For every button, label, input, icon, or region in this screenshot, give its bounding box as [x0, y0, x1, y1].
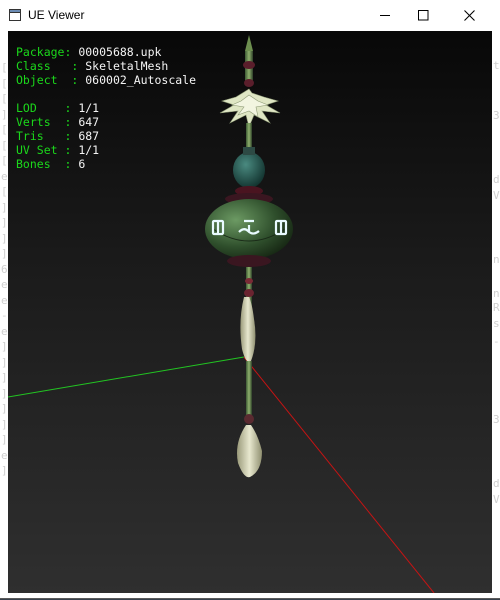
info-row-object: Object : 060002_Autoscale — [16, 73, 196, 87]
window-title: UE Viewer — [28, 8, 85, 22]
mesh-vase — [233, 152, 265, 188]
mesh-tassel-lower — [237, 425, 262, 478]
info-row-bones: Bones : 6 — [16, 157, 196, 171]
class-value: SkeletalMesh — [85, 59, 169, 73]
minimize-icon — [379, 15, 390, 16]
separator: : — [50, 157, 79, 171]
close-icon — [463, 10, 475, 21]
console-glyph: V — [493, 189, 500, 202]
uvset-label: UV Set — [16, 143, 58, 157]
bones-value: 6 — [78, 157, 86, 171]
console-glyph: - — [1, 309, 8, 322]
console-glyph: e — [1, 324, 8, 338]
3d-viewport[interactable]: Package: 00005688.upk Class : SkeletalMe… — [8, 31, 492, 593]
console-glyph: ] — [1, 247, 8, 260]
console-glyph: ] — [1, 200, 8, 214]
package-value: 00005688.upk — [78, 45, 162, 59]
axis-y-line — [243, 356, 435, 593]
uvset-value: 1/1 — [78, 143, 100, 157]
console-glyph: 3 — [493, 109, 500, 122]
console-glyph: ] — [1, 433, 8, 446]
console-glyph: ] — [1, 402, 8, 415]
mesh-top-spike — [245, 35, 253, 51]
console-glyph: [ — [1, 123, 8, 136]
console-glyph: e — [1, 448, 8, 462]
separator: : — [64, 45, 79, 59]
axis-x-line — [8, 356, 245, 398]
app-window-icon — [9, 9, 21, 21]
console-glyph: e — [1, 278, 8, 291]
ue-viewer-window: UE Viewer Package: 00005688.upk Class: … — [0, 0, 500, 598]
console-glyph: d — [493, 477, 500, 490]
separator: : — [50, 59, 86, 73]
console-glyph: ] — [1, 231, 8, 245]
console-glyph: 3 — [493, 413, 500, 426]
info-row-verts: Verts : 647 — [16, 115, 196, 129]
console-glyph: [ — [1, 76, 8, 90]
maximize-icon — [417, 10, 428, 21]
console-glyph: e — [1, 169, 8, 183]
object-label: Object — [16, 73, 58, 87]
info-row-package: Package: 00005688.upk — [16, 45, 196, 59]
console-glyph: [ — [1, 185, 8, 198]
separator: : — [36, 101, 79, 115]
close-button[interactable] — [446, 0, 492, 31]
separator: : — [50, 115, 79, 129]
info-row-lod: LOD : 1/1 — [16, 101, 196, 115]
console-glyph: [ — [1, 92, 8, 105]
separator: : — [57, 143, 79, 157]
console-glyph: ] — [1, 216, 8, 229]
console-glyph: V — [493, 493, 500, 506]
console-glyph: ] — [1, 386, 8, 400]
info-row-class: Class : SkeletalMesh — [16, 59, 196, 73]
console-glyph: n — [493, 287, 500, 300]
console-glyph: ] — [1, 417, 8, 431]
console-glyph: e — [1, 293, 8, 307]
tris-value: 687 — [78, 129, 100, 143]
console-glyph: [ — [1, 154, 8, 167]
package-label: Package — [16, 45, 65, 59]
mesh-flower — [219, 88, 281, 128]
verts-label: Verts — [16, 115, 51, 129]
separator: : — [57, 73, 86, 87]
console-glyph: - — [493, 335, 500, 348]
info-row-tris: Tris : 687 — [16, 129, 196, 143]
console-glyph: d — [493, 173, 500, 186]
console-glyph: ] — [1, 464, 8, 477]
console-glyph: t — [493, 59, 500, 72]
console-glyph: ] — [1, 107, 8, 121]
bones-label: Bones — [16, 157, 51, 171]
console-glyph: [ — [1, 138, 8, 152]
mesh-info-panel: Package: 00005688.upk Class : SkeletalMe… — [16, 45, 196, 171]
lod-value: 1/1 — [78, 101, 100, 115]
maximize-button[interactable] — [400, 0, 446, 31]
class-label: Class — [16, 59, 51, 73]
title-bar[interactable]: UE Viewer — [0, 0, 500, 31]
lod-label: LOD — [16, 101, 37, 115]
mesh-tassel-upper — [240, 297, 256, 362]
console-glyph: ] — [1, 371, 8, 384]
console-glyph: ] — [1, 355, 8, 369]
verts-value: 647 — [78, 115, 100, 129]
console-glyph: 6 — [1, 262, 8, 276]
console-glyph: n — [493, 253, 500, 266]
tris-label: Tris — [16, 129, 44, 143]
object-value: 060002_Autoscale — [85, 73, 197, 87]
info-row-uvset: UV Set : 1/1 — [16, 143, 196, 157]
console-glyph: ] — [1, 340, 8, 353]
separator: : — [43, 129, 79, 143]
console-glyph: R — [493, 301, 500, 314]
console-glyph: s — [493, 317, 500, 330]
console-glyph: [ — [1, 61, 8, 74]
